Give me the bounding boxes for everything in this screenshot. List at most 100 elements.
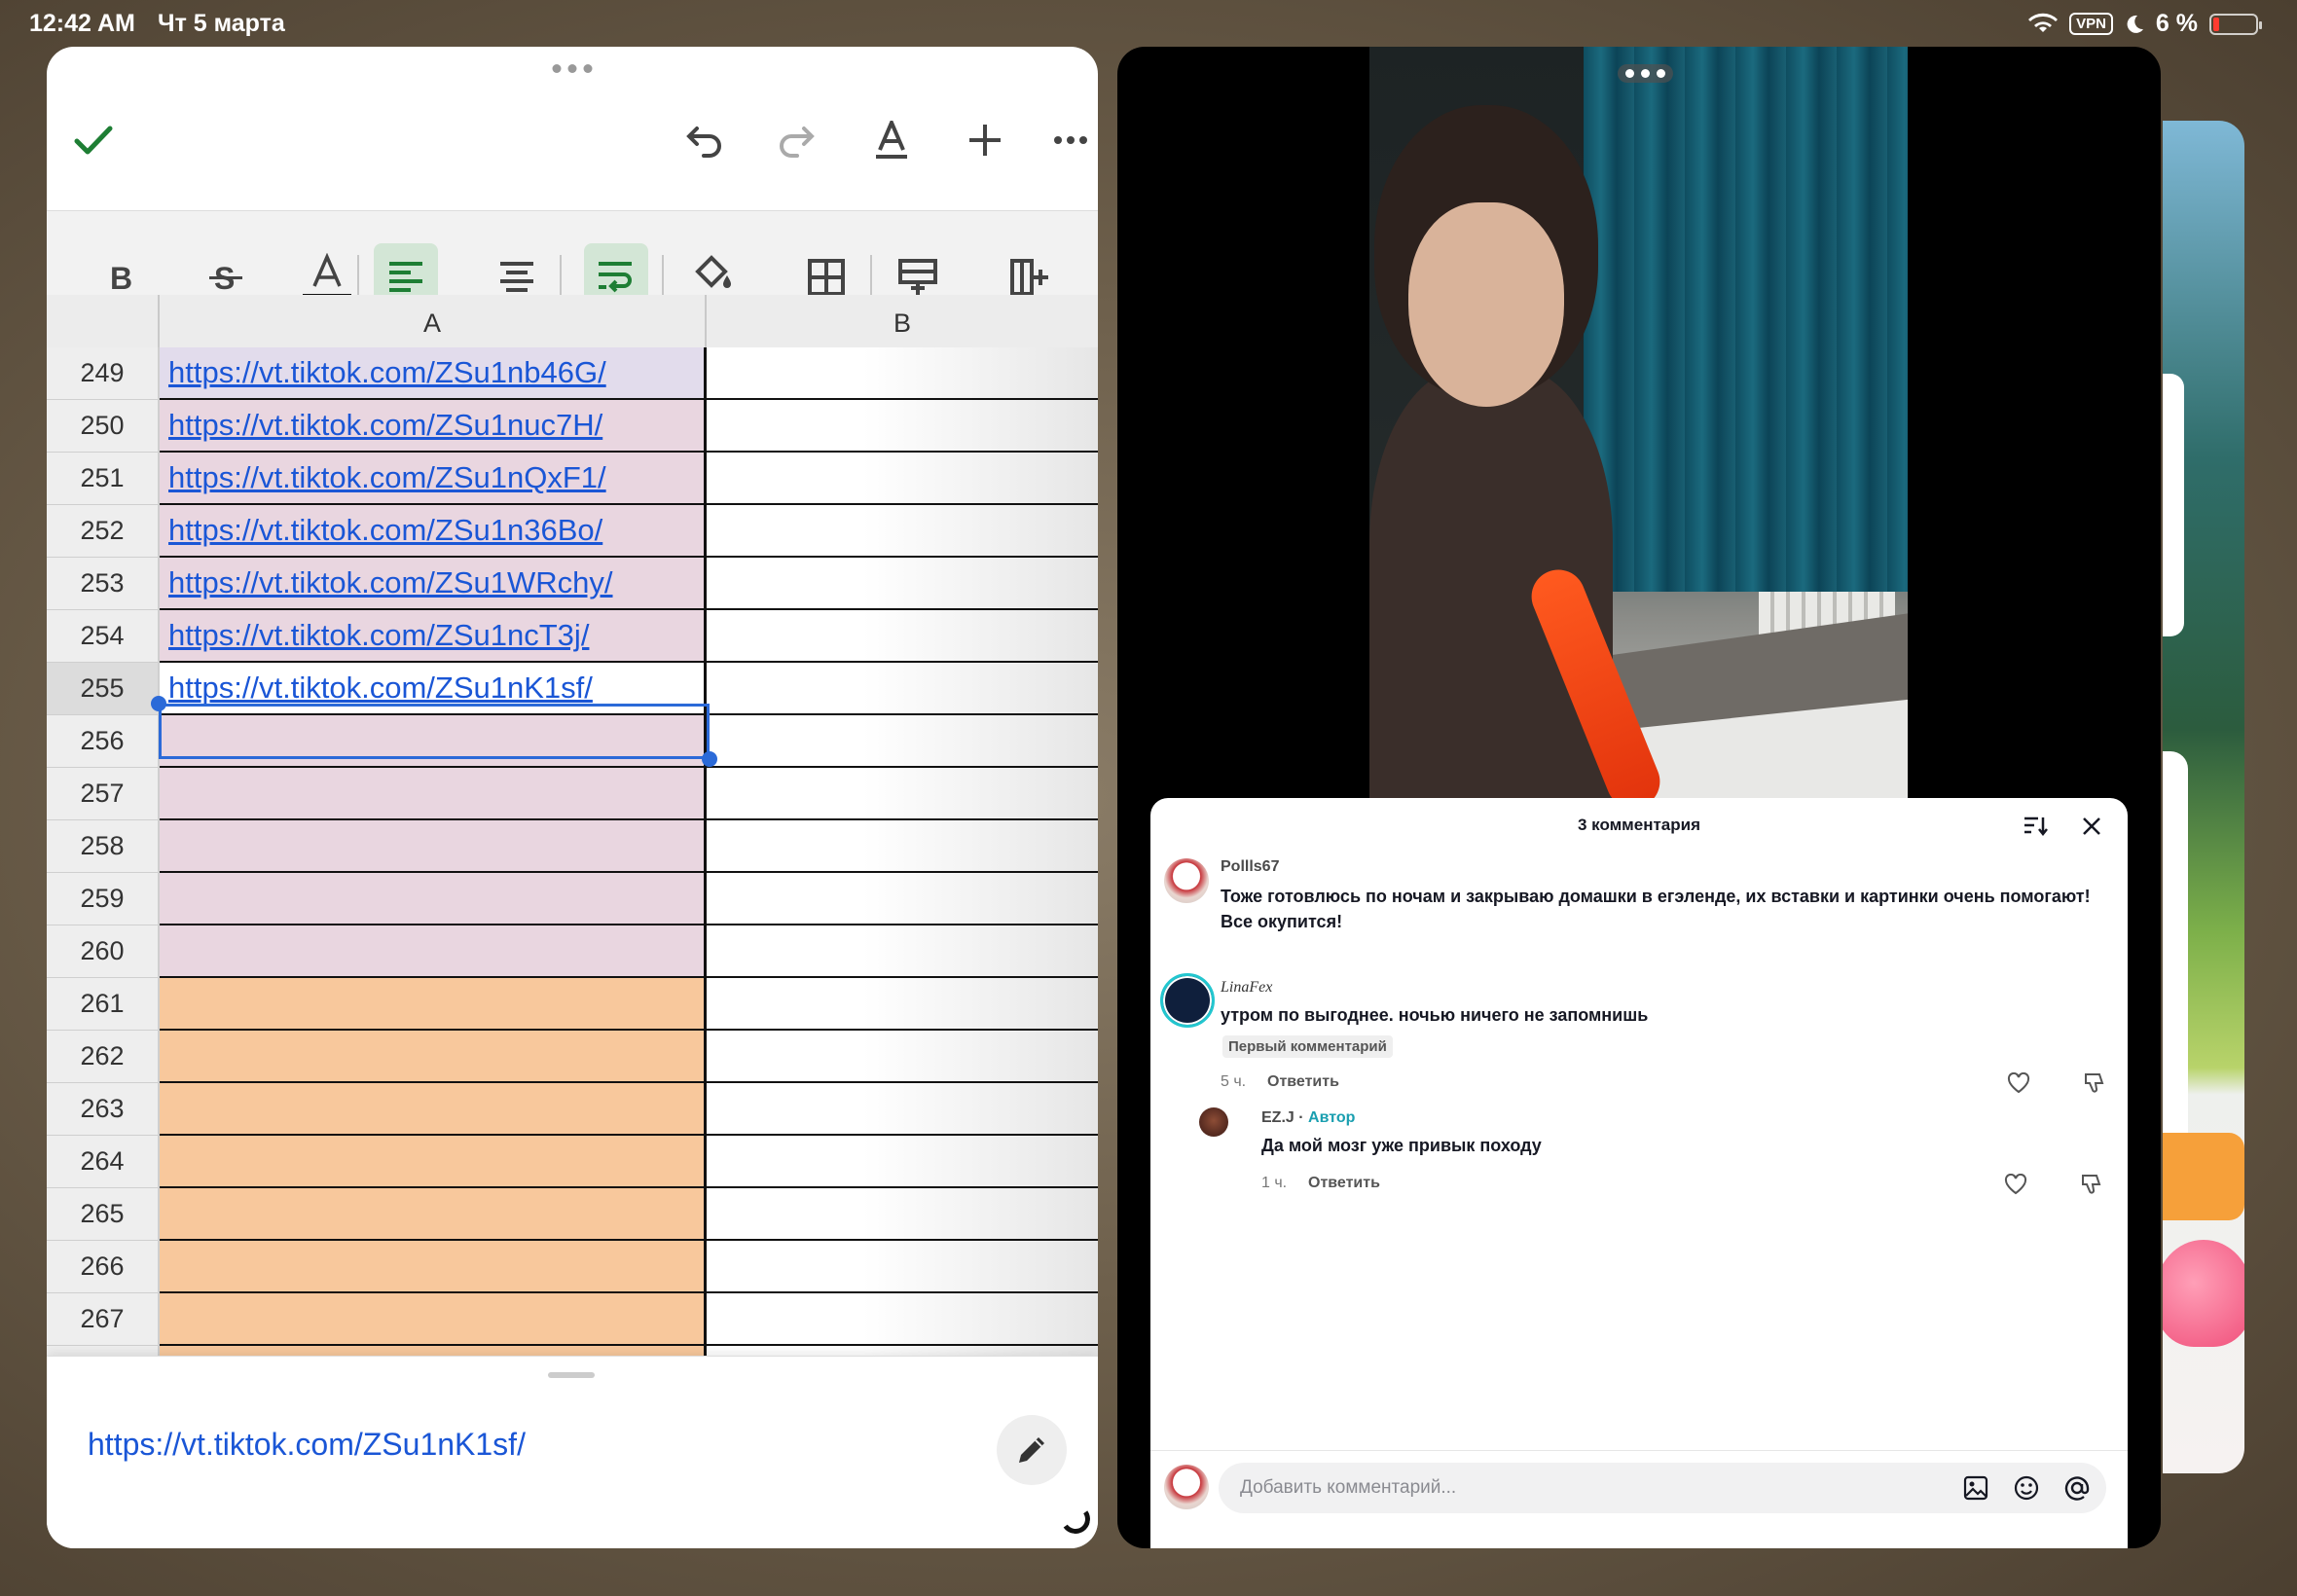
- row-number[interactable]: 265: [47, 1188, 160, 1241]
- row-number[interactable]: 258: [47, 820, 160, 873]
- row-number[interactable]: 262: [47, 1031, 160, 1083]
- row-number[interactable]: 254: [47, 610, 160, 663]
- table-row[interactable]: 255 https://vt.tiktok.com/ZSu1nK1sf/: [47, 663, 1098, 715]
- row-number[interactable]: 266: [47, 1241, 160, 1293]
- table-row[interactable]: 254 https://vt.tiktok.com/ZSu1ncT3j/: [47, 610, 1098, 663]
- table-row[interactable]: 259: [47, 873, 1098, 925]
- row-number[interactable]: 267: [47, 1293, 160, 1346]
- table-row[interactable]: 257: [47, 768, 1098, 820]
- reply-button[interactable]: Ответить: [1267, 1073, 1339, 1091]
- cell-a[interactable]: https://vt.tiktok.com/ZSu1WRchy/: [160, 558, 707, 610]
- emoji-icon[interactable]: [2011, 1472, 2042, 1504]
- cell-b[interactable]: [707, 873, 1098, 925]
- text-format-icon[interactable]: [862, 111, 921, 169]
- cell-b[interactable]: [707, 558, 1098, 610]
- table-row[interactable]: 263: [47, 1083, 1098, 1136]
- cell-a[interactable]: [160, 1346, 707, 1356]
- cell-a[interactable]: https://vt.tiktok.com/ZSu1nb46G/: [160, 347, 707, 400]
- column-header-a[interactable]: A: [160, 295, 707, 353]
- row-number[interactable]: 263: [47, 1083, 160, 1136]
- cell-b[interactable]: [707, 978, 1098, 1031]
- cell-b[interactable]: [707, 1083, 1098, 1136]
- undo-icon[interactable]: [675, 111, 734, 169]
- table-row[interactable]: 261: [47, 978, 1098, 1031]
- panel-grabber[interactable]: [548, 1372, 595, 1378]
- table-row[interactable]: 258: [47, 820, 1098, 873]
- select-all-corner[interactable]: [47, 295, 160, 353]
- comment-username[interactable]: LinaFex: [1221, 979, 1272, 997]
- cell-a[interactable]: [160, 873, 707, 925]
- cell-b[interactable]: [707, 768, 1098, 820]
- background-app-peek[interactable]: [2163, 121, 2244, 1473]
- like-heart-icon[interactable]: [2004, 1069, 2033, 1098]
- cell-b[interactable]: [707, 453, 1098, 505]
- table-row[interactable]: 262: [47, 1031, 1098, 1083]
- table-row[interactable]: 249 https://vt.tiktok.com/ZSu1nb46G/: [47, 347, 1098, 400]
- row-number[interactable]: 255: [47, 663, 160, 715]
- edit-pencil-icon[interactable]: [997, 1415, 1067, 1485]
- row-number[interactable]: 261: [47, 978, 160, 1031]
- table-row[interactable]: 256: [47, 715, 1098, 768]
- cell-b[interactable]: [707, 1136, 1098, 1188]
- cell-a[interactable]: [160, 1031, 707, 1083]
- cell-a[interactable]: https://vt.tiktok.com/ZSu1nuc7H/: [160, 400, 707, 453]
- table-row[interactable]: 252 https://vt.tiktok.com/ZSu1n36Bo/: [47, 505, 1098, 558]
- spreadsheet-grid[interactable]: A B 249 https://vt.tiktok.com/ZSu1nb46G/2…: [47, 295, 1098, 1356]
- cell-b[interactable]: [707, 347, 1098, 400]
- insert-plus-icon[interactable]: [956, 111, 1014, 169]
- row-number[interactable]: 256: [47, 715, 160, 768]
- close-icon[interactable]: [2075, 810, 2108, 843]
- video-frame[interactable]: [1369, 47, 1908, 806]
- row-number[interactable]: 260: [47, 925, 160, 978]
- table-row[interactable]: 268: [47, 1346, 1098, 1356]
- sort-icon[interactable]: [2019, 810, 2052, 843]
- cell-a[interactable]: [160, 715, 707, 768]
- dislike-icon[interactable]: [2076, 1170, 2105, 1199]
- cell-a[interactable]: [160, 1293, 707, 1346]
- redo-icon[interactable]: [767, 111, 825, 169]
- cell-a[interactable]: [160, 978, 707, 1031]
- table-row[interactable]: 253 https://vt.tiktok.com/ZSu1WRchy/: [47, 558, 1098, 610]
- like-heart-icon[interactable]: [2001, 1170, 2030, 1199]
- row-number[interactable]: 264: [47, 1136, 160, 1188]
- reply-username[interactable]: EZ.J: [1261, 1109, 1294, 1126]
- row-number[interactable]: 257: [47, 768, 160, 820]
- table-row[interactable]: 251 https://vt.tiktok.com/ZSu1nQxF1/: [47, 453, 1098, 505]
- image-icon[interactable]: [1960, 1472, 1991, 1504]
- cell-a[interactable]: [160, 1136, 707, 1188]
- mention-icon[interactable]: [2061, 1472, 2093, 1504]
- cell-a[interactable]: [160, 820, 707, 873]
- table-row[interactable]: 267: [47, 1293, 1098, 1346]
- avatar[interactable]: [1160, 973, 1215, 1028]
- cell-b[interactable]: [707, 400, 1098, 453]
- table-row[interactable]: 260: [47, 925, 1098, 978]
- cell-b[interactable]: [707, 1346, 1098, 1356]
- avatar[interactable]: [1164, 858, 1209, 903]
- selection-handle-top[interactable]: [151, 696, 166, 711]
- cell-b[interactable]: [707, 663, 1098, 715]
- comment-input[interactable]: Добавить комментарий...: [1219, 1463, 2106, 1513]
- cell-b[interactable]: [707, 925, 1098, 978]
- cell-b[interactable]: [707, 1293, 1098, 1346]
- table-row[interactable]: 265: [47, 1188, 1098, 1241]
- multitasking-handle-right[interactable]: [1618, 64, 1673, 83]
- check-icon[interactable]: [64, 111, 123, 169]
- cell-b[interactable]: [707, 1241, 1098, 1293]
- row-number[interactable]: 250: [47, 400, 160, 453]
- cell-b[interactable]: [707, 610, 1098, 663]
- row-number[interactable]: 249: [47, 347, 160, 400]
- cell-b[interactable]: [707, 1188, 1098, 1241]
- cell-b[interactable]: [707, 820, 1098, 873]
- cell-a[interactable]: [160, 1083, 707, 1136]
- column-header-b[interactable]: B: [707, 295, 1098, 353]
- cell-b[interactable]: [707, 505, 1098, 558]
- selection-handle-bottom[interactable]: [702, 751, 717, 767]
- cell-a[interactable]: https://vt.tiktok.com/ZSu1nQxF1/: [160, 453, 707, 505]
- row-number[interactable]: 268: [47, 1346, 160, 1356]
- cell-a[interactable]: https://vt.tiktok.com/ZSu1ncT3j/: [160, 610, 707, 663]
- row-number[interactable]: 259: [47, 873, 160, 925]
- cell-b[interactable]: [707, 1031, 1098, 1083]
- avatar[interactable]: [1199, 1107, 1228, 1137]
- cell-a[interactable]: https://vt.tiktok.com/ZSu1n36Bo/: [160, 505, 707, 558]
- table-row[interactable]: 266: [47, 1241, 1098, 1293]
